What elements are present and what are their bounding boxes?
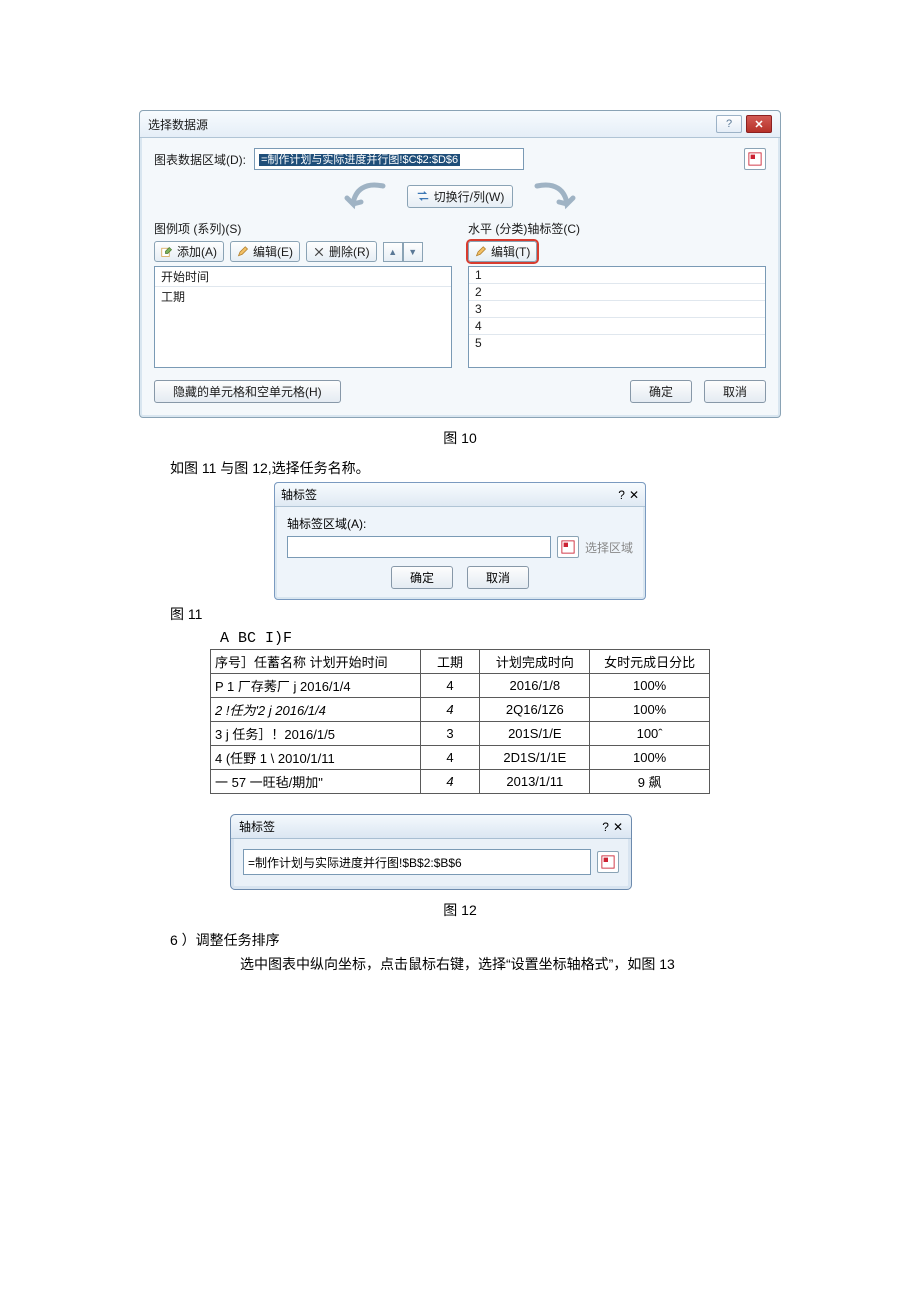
chart-range-row: 图表数据区域(D): =制作计划与实际进度并行图!$C$2:$D$6 <box>154 148 766 170</box>
help-icon[interactable]: ? <box>602 820 609 834</box>
axis-label-dialog-title: 轴标签 <box>281 486 317 503</box>
table-row: P 1 厂存莠厂 j 2016/1/4 4 2016/1/8 100% <box>211 674 710 698</box>
pencil-icon <box>237 246 249 258</box>
axis-label-dialog-fig12: 轴标签 ? ✕ <box>230 814 632 890</box>
edit-axis-button[interactable]: 编辑(T) <box>468 241 537 262</box>
window-buttons: ? ✕ <box>716 115 772 133</box>
table-row: 一 57 一旺毡/期加" 4 2013/1/11 9 飙 <box>211 770 710 794</box>
cancel-button[interactable]: 取消 <box>704 380 766 403</box>
th-plan-end: 计划完成时向 <box>480 650 590 674</box>
paragraph-fig11-12: 如图 11 与图 12,选择任务名称。 <box>170 458 860 478</box>
axis-label-item[interactable]: 1 <box>469 267 765 284</box>
figure10-caption: 图 10 <box>60 428 860 448</box>
table-row: 4 (任野 1 \ 2010/1/11 4 2D1S/1/1E 100% <box>211 746 710 770</box>
legend-series-panel: 图例项 (系列)(S) 添加(A) 编辑(E) 删除(R) <box>154 220 452 368</box>
axis-label-item[interactable]: 4 <box>469 318 765 335</box>
table-row: 2 !任为'2 j 2016/1/4 4 2Q16/1Z6 100% <box>211 698 710 722</box>
axis-label-item[interactable]: 3 <box>469 301 765 318</box>
delete-series-button[interactable]: 删除(R) <box>306 241 377 262</box>
table-header-row: 序号］任蓄名称 计划开始时间 工期 计划完成时向 女时元成日分比 <box>211 650 710 674</box>
table-row: 3 j 任务］！2016/1/5 3 201S/1/E 100ˆ <box>211 722 710 746</box>
help-icon[interactable]: ? <box>716 115 742 133</box>
move-up-icon[interactable]: ▲ <box>383 242 403 262</box>
swap-arrow-right-icon <box>525 180 581 212</box>
dialog-titlebar: 选择数据源 ? ✕ <box>140 111 780 138</box>
edit-series-button[interactable]: 编辑(E) <box>230 241 300 262</box>
switch-row-col-button[interactable]: 切换行/列(W) <box>407 185 514 208</box>
close-icon[interactable]: ✕ <box>629 488 639 502</box>
add-icon <box>161 246 173 258</box>
sheet-column-letters: A BC I)F <box>210 630 710 647</box>
legend-series-label: 图例项 (系列)(S) <box>154 220 452 237</box>
th-duration: 工期 <box>420 650 480 674</box>
figure11-caption: 图 11 <box>170 604 860 624</box>
axis-label-item[interactable]: 2 <box>469 284 765 301</box>
th-name-start: 序号］任蓄名称 计划开始时间 <box>211 650 421 674</box>
ok-button[interactable]: 确定 <box>630 380 692 403</box>
axis-label-item[interactable]: 5 <box>469 335 765 351</box>
chart-range-input[interactable]: =制作计划与实际进度并行图!$C$2:$D$6 <box>254 148 524 170</box>
axis-range-input[interactable] <box>287 536 551 558</box>
figure12-caption: 图 12 <box>60 900 860 920</box>
ok-button[interactable]: 确定 <box>391 566 453 589</box>
axis-range-label: 轴标签区域(A): <box>287 515 633 532</box>
select-data-source-dialog: 选择数据源 ? ✕ 图表数据区域(D): =制作计划与实际进度并行图!$C$2:… <box>139 110 781 418</box>
close-icon[interactable]: ✕ <box>746 115 772 133</box>
axis-range-input[interactable] <box>243 849 591 875</box>
range-picker-icon[interactable] <box>557 536 579 558</box>
axis-labels-label: 水平 (分类)轴标签(C) <box>468 220 766 237</box>
step6-body: 选中图表中纵向坐标，点击鼠标右键，选择“设置坐标轴格式”，如图 13 <box>240 954 860 974</box>
range-picker-icon[interactable] <box>744 148 766 170</box>
help-icon[interactable]: ? <box>618 488 625 502</box>
series-item[interactable]: 工期 <box>155 287 451 306</box>
pencil-icon <box>475 246 487 258</box>
series-listbox[interactable]: 开始时间 工期 <box>154 266 452 368</box>
swap-arrow-left-icon <box>339 180 395 212</box>
axis-label-dialog-fig11: 轴标签 ? ✕ 轴标签区域(A): 选择区域 确定 取消 <box>274 482 646 600</box>
delete-icon <box>313 246 325 258</box>
step6-title: 6 ）调整任务排序 <box>170 930 860 950</box>
axis-labels-listbox[interactable]: 1 2 3 4 5 <box>468 266 766 368</box>
hidden-cells-button[interactable]: 隐藏的单元格和空单元格(H) <box>154 380 341 403</box>
add-series-button[interactable]: 添加(A) <box>154 241 224 262</box>
series-reorder-spinner[interactable]: ▲ ▼ <box>383 242 423 262</box>
axis-label-dialog-title: 轴标签 <box>239 818 275 835</box>
task-table: 序号］任蓄名称 计划开始时间 工期 计划完成时向 女时元成日分比 P 1 厂存莠… <box>210 649 710 794</box>
th-actual-pct: 女时元成日分比 <box>590 650 710 674</box>
chart-range-label: 图表数据区域(D): <box>154 151 246 168</box>
close-icon[interactable]: ✕ <box>613 820 623 834</box>
dialog-title: 选择数据源 <box>148 116 208 133</box>
series-item[interactable]: 开始时间 <box>155 267 451 287</box>
switch-row-col-row: 切换行/列(W) <box>154 180 766 212</box>
move-down-icon[interactable]: ▼ <box>403 242 423 262</box>
range-picker-icon[interactable] <box>597 851 619 873</box>
cancel-button[interactable]: 取消 <box>467 566 529 589</box>
swap-icon <box>416 189 430 203</box>
figure12-block: A BC I)F 序号］任蓄名称 计划开始时间 工期 计划完成时向 女时元成日分… <box>210 630 710 890</box>
axis-range-hint: 选择区域 <box>585 539 633 556</box>
axis-labels-panel: 水平 (分类)轴标签(C) 编辑(T) 1 2 3 4 5 <box>468 220 766 368</box>
